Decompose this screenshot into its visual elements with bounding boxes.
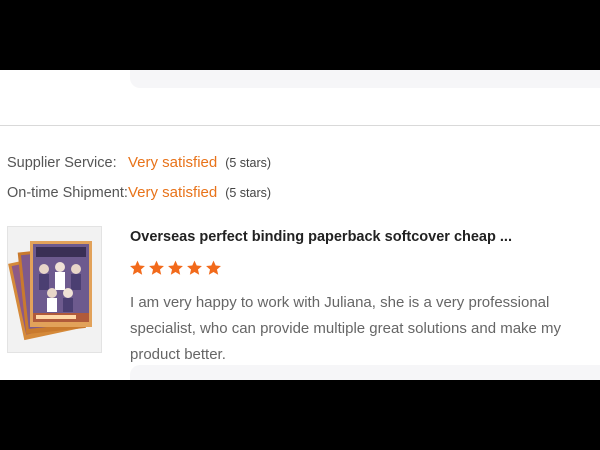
star-icon bbox=[206, 260, 221, 275]
magazine-cover-icon bbox=[8, 227, 101, 352]
product-title-link[interactable]: Overseas perfect binding paperback softc… bbox=[130, 227, 512, 247]
star-icon bbox=[130, 260, 145, 275]
star-icon bbox=[187, 260, 202, 275]
next-review-card bbox=[130, 365, 600, 380]
rating-value: Very satisfied bbox=[128, 184, 218, 201]
supplier-service-rating: Supplier Service: Very satisfied (5 star… bbox=[7, 152, 271, 174]
section-divider bbox=[0, 125, 600, 126]
rating-label: Supplier Service: bbox=[7, 155, 117, 171]
star-rating bbox=[129, 259, 222, 283]
star-icon bbox=[168, 260, 183, 275]
rating-value: Very satisfied bbox=[128, 154, 218, 171]
product-thumbnail[interactable] bbox=[7, 226, 102, 353]
on-time-shipment-rating: On-time Shipment: Very satisfied (5 star… bbox=[7, 182, 271, 204]
rating-count: (5 stars) bbox=[225, 186, 272, 200]
rating-label: On-time Shipment: bbox=[7, 185, 128, 201]
star-icon bbox=[149, 260, 164, 275]
rating-count: (5 stars) bbox=[225, 156, 272, 170]
review-section: Supplier Service: Very satisfied (5 star… bbox=[0, 70, 600, 380]
review-text: I am very happy to work with Juliana, sh… bbox=[130, 294, 562, 363]
previous-review-card bbox=[130, 70, 600, 88]
